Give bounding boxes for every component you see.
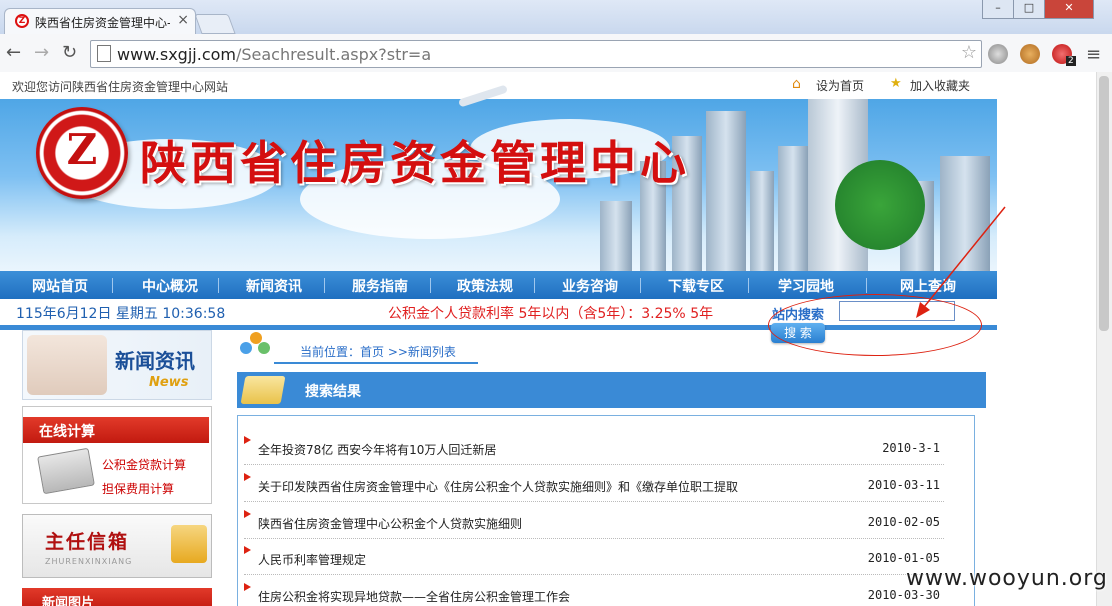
nav-item-consult[interactable]: 业务咨询 (562, 276, 618, 296)
nav-item-policy[interactable]: 政策法规 (457, 276, 513, 296)
extension-badge: 2 (1066, 56, 1076, 66)
address-bar[interactable]: www.sxgjj.com/Seachresult.aspx?str=a ☆ (90, 40, 982, 68)
star-icon: ★ (890, 76, 902, 91)
forward-icon[interactable]: → (34, 42, 49, 63)
mailbox-subtitle: ZHURENXINXIANG (45, 557, 133, 566)
news-card-title: 新闻资讯 (115, 349, 195, 373)
close-window-button[interactable]: ✕ (1044, 0, 1094, 19)
result-date: 2010-02-05 (867, 515, 940, 529)
maximize-button[interactable]: □ (1013, 0, 1045, 19)
new-tab-button[interactable] (194, 14, 236, 34)
result-row[interactable]: 住房公积金将实现异地贷款——全省住房公积金管理工作会 2010-03-30 (244, 581, 944, 606)
results-title: 搜索结果 (305, 384, 361, 400)
breadcrumb[interactable]: 当前位置：首页 >>新闻列表 (300, 343, 456, 360)
globe-icon[interactable] (988, 44, 1008, 64)
bookmark-star-icon[interactable]: ☆ (961, 42, 977, 63)
back-icon[interactable]: ← (6, 42, 21, 63)
result-title[interactable]: 全年投资78亿 西安今年将有10万人回迁新居 (258, 441, 496, 458)
news-people-image (27, 335, 107, 395)
result-row[interactable]: 陕西省住房资金管理中心公积金个人贷款实施细则 2010-02-05 (244, 508, 944, 539)
news-card-subtitle: News (149, 375, 189, 390)
tab-title: 陕西省住房资金管理中心- (35, 16, 170, 30)
bullet-arrow-icon (244, 510, 251, 518)
bullet-arrow-icon (244, 473, 251, 481)
add-favorite-link[interactable]: 加入收藏夹 (910, 77, 970, 94)
guarantee-fee-calc-link[interactable]: 担保费用计算 (102, 480, 174, 497)
mail-envelope-icon (171, 525, 207, 563)
results-header: 搜索结果 (237, 372, 986, 408)
result-date: 2010-01-05 (867, 551, 940, 565)
page-icon (97, 45, 111, 62)
watermark: www.wooyun.org (906, 566, 1108, 591)
rate-ticker: 公积金个人贷款利率 5年以内（含5年）：3.25% 5年 (388, 306, 714, 322)
scrollbar-thumb[interactable] (1099, 76, 1109, 331)
minimize-button[interactable]: – (982, 0, 1014, 19)
browser-tab[interactable]: Z 陕西省住房资金管理中心- × (4, 8, 196, 35)
results-folder-icon (240, 376, 286, 404)
bullet-arrow-icon (244, 583, 251, 591)
close-tab-icon[interactable]: × (177, 12, 189, 28)
director-mailbox-card[interactable]: 主任信箱 ZHURENXINXIANG (22, 514, 212, 578)
bullet-arrow-icon (244, 436, 251, 444)
result-date: 2010-03-11 (867, 478, 940, 492)
result-row[interactable]: 关于印发陕西省住房资金管理中心《住房公积金个人贷款实施细则》和《缴存单位职工提取… (244, 471, 944, 502)
bullet-arrow-icon (244, 546, 251, 554)
nav-item-overview[interactable]: 中心概况 (142, 276, 198, 296)
nav-item-news[interactable]: 新闻资讯 (246, 276, 302, 296)
set-home-link[interactable]: 设为首页 (816, 77, 864, 94)
users-icon (240, 332, 272, 362)
site-title: 陕西省住房资金管理中心 (140, 136, 690, 190)
result-date: 2010-3-1 (882, 441, 940, 455)
annotation-arrow (916, 206, 1006, 318)
breadcrumb-underline (274, 362, 478, 364)
datetime-display: 115年6月12日 星期五 10:36:58 (16, 306, 226, 322)
news-pictures-header: 新闻图片 (22, 588, 212, 606)
page-viewport: 欢迎您访问陕西省住房资金管理中心网站 ⌂ 设为首页 ★ 加入收藏夹 Z 陕西省住… (0, 72, 1096, 606)
result-title[interactable]: 住房公积金将实现异地贷款——全省住房公积金管理工作会 (258, 588, 570, 605)
welcome-text: 欢迎您访问陕西省住房资金管理中心网站 (12, 80, 229, 94)
nav-item-home[interactable]: 网站首页 (32, 276, 88, 296)
result-row[interactable]: 全年投资78亿 西安今年将有10万人回迁新居 2010-3-1 (244, 434, 944, 465)
nav-item-learning[interactable]: 学习园地 (778, 276, 834, 296)
loan-calc-link[interactable]: 公积金贷款计算 (102, 456, 186, 473)
site-favicon-icon: Z (15, 14, 29, 28)
news-section-card[interactable]: 新闻资讯 News (22, 330, 212, 400)
menu-icon[interactable]: ≡ (1086, 44, 1101, 65)
reload-icon[interactable]: ↻ (62, 42, 77, 63)
home-icon: ⌂ (792, 76, 801, 92)
result-row[interactable]: 人民币利率管理规定 2010-01-05 (244, 544, 944, 575)
url-text: www.sxgjj.com/Seachresult.aspx?str=a (117, 45, 432, 64)
mailbox-title: 主任信箱 (45, 531, 130, 553)
result-title[interactable]: 人民币利率管理规定 (258, 551, 366, 568)
result-title[interactable]: 陕西省住房资金管理中心公积金个人贷款实施细则 (258, 515, 522, 532)
online-calc-header: 在线计算 (23, 417, 209, 443)
site-logo: Z (36, 107, 128, 199)
cookie-icon[interactable] (1020, 44, 1040, 64)
nav-item-service-guide[interactable]: 服务指南 (352, 276, 408, 296)
nav-item-downloads[interactable]: 下载专区 (668, 276, 724, 296)
result-title[interactable]: 关于印发陕西省住房资金管理中心《住房公积金个人贷款实施细则》和《缴存单位职工提取 (258, 478, 738, 495)
